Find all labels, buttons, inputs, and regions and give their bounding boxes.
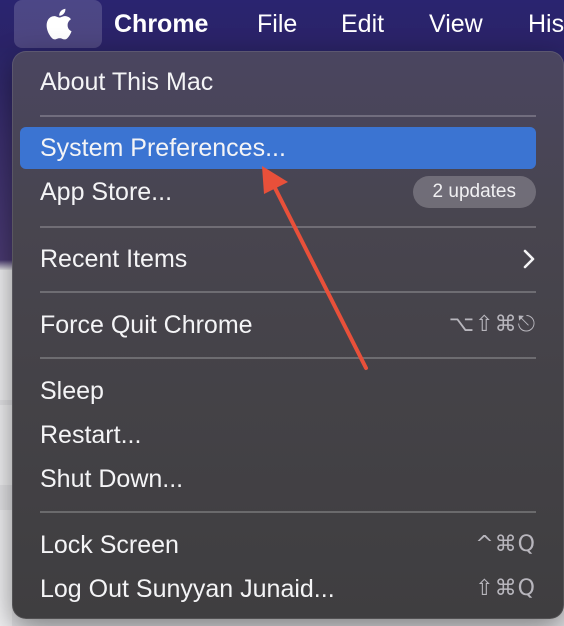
menu-item-label: Sleep [40, 377, 104, 405]
menubar-edit[interactable]: Edit [341, 8, 384, 40]
keyboard-shortcut: ⌥⇧⌘⎋ [448, 312, 536, 337]
menu-item-label: Log Out Sunyyan Junaid... [40, 575, 335, 603]
menubar-file[interactable]: File [257, 8, 297, 40]
menu-item-shut-down[interactable]: Shut Down... [20, 458, 536, 500]
menu-item-label: About This Mac [40, 68, 214, 96]
menu-item-recent-items[interactable]: Recent Items [20, 238, 536, 280]
menu-separator [40, 291, 536, 293]
menubar-view[interactable]: View [429, 8, 483, 40]
menu-item-label: Restart... [40, 421, 142, 449]
menu-item-label: Recent Items [40, 245, 188, 273]
menu-separator [40, 115, 536, 117]
updates-badge: 2 updates [412, 176, 536, 208]
keyboard-shortcut: ⇧⌘Q [475, 576, 536, 601]
window-edge [0, 270, 12, 400]
menu-separator [40, 357, 536, 359]
menu-item-app-store[interactable]: App Store... 2 updates [20, 171, 536, 213]
chevron-right-icon [523, 249, 535, 269]
window-edge [0, 510, 12, 626]
menubar-history[interactable]: His [528, 8, 564, 40]
menu-bar: Chrome File Edit View His [0, 0, 564, 48]
menu-separator [40, 226, 536, 228]
menu-item-label: Force Quit Chrome [40, 311, 253, 339]
menu-item-log-out[interactable]: Log Out Sunyyan Junaid... ⇧⌘Q [20, 568, 536, 610]
menu-item-label: App Store... [40, 178, 173, 206]
menu-item-label: Lock Screen [40, 531, 179, 559]
menu-item-label: System Preferences... [40, 134, 286, 162]
menu-item-sleep[interactable]: Sleep [20, 370, 536, 412]
menu-separator [40, 511, 536, 513]
menu-item-about-this-mac[interactable]: About This Mac [20, 61, 536, 103]
menu-item-lock-screen[interactable]: Lock Screen ^⌘Q [20, 524, 536, 566]
menu-item-force-quit[interactable]: Force Quit Chrome ⌥⇧⌘⎋ [20, 304, 536, 346]
menu-item-system-preferences[interactable]: System Preferences... [20, 127, 536, 169]
menu-item-label: Shut Down... [40, 465, 184, 493]
menu-item-restart[interactable]: Restart... [20, 414, 536, 456]
window-edge [0, 405, 12, 485]
apple-menu-button[interactable] [14, 0, 102, 48]
apple-logo-icon [46, 8, 72, 40]
apple-menu-dropdown: About This Mac System Preferences... App… [12, 51, 564, 619]
keyboard-shortcut: ^⌘Q [475, 532, 536, 557]
menubar-app-name[interactable]: Chrome [114, 8, 208, 40]
